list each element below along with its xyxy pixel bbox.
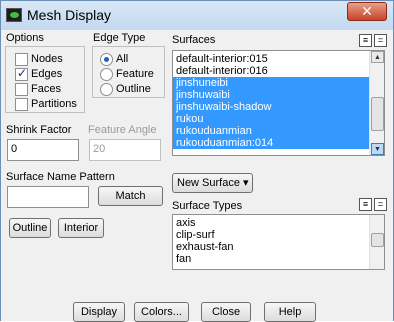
- nodes-checkbox[interactable]: [15, 53, 28, 66]
- feature-angle-input: 20: [89, 139, 161, 161]
- shrink-factor-label: Shrink Factor: [6, 124, 72, 136]
- nodes-label: Nodes: [31, 53, 63, 65]
- title-bar[interactable]: Mesh Display ✕: [1, 1, 393, 31]
- edge-feature-radio[interactable]: [100, 68, 113, 81]
- new-surface-dropdown[interactable]: New Surface ▾: [172, 173, 253, 193]
- help-button[interactable]: Help: [264, 302, 316, 322]
- colors-button[interactable]: Colors...: [134, 302, 189, 322]
- options-group: Nodes Edges Faces Partitions: [5, 46, 85, 113]
- scroll-up-icon[interactable]: ▲: [371, 51, 384, 63]
- feature-angle-label: Feature Angle: [88, 124, 157, 136]
- scroll-down-icon[interactable]: ▼: [371, 143, 384, 155]
- surface-item[interactable]: rukou: [173, 113, 370, 125]
- surface-name-pattern-label: Surface Name Pattern: [6, 171, 115, 183]
- dialog-body: Options Nodes Edges Faces Partitions Edg…: [1, 30, 393, 322]
- edge-type-header: Edge Type: [93, 32, 146, 44]
- surface-type-item[interactable]: axis: [173, 217, 370, 229]
- faces-label: Faces: [31, 83, 61, 95]
- surface-item[interactable]: jinshuwaibi-shadow: [173, 101, 370, 113]
- surfaces-select-all-icon[interactable]: ≡: [359, 34, 372, 47]
- display-button[interactable]: Display: [73, 302, 125, 322]
- interior-button[interactable]: Interior: [58, 218, 104, 238]
- edge-feature-label: Feature: [116, 68, 154, 80]
- surface-item[interactable]: jinshuneibi: [173, 77, 370, 89]
- surface-item[interactable]: default-interior:016: [173, 65, 370, 77]
- surface-types-deselect-all-icon[interactable]: =: [374, 198, 387, 211]
- close-button[interactable]: Close: [201, 302, 251, 322]
- edges-label: Edges: [31, 68, 63, 80]
- edge-type-group: All Feature Outline: [92, 46, 165, 98]
- surfaces-header: Surfaces: [172, 34, 216, 46]
- shrink-factor-input[interactable]: 0: [7, 139, 79, 161]
- surface-types-header: Surface Types: [172, 200, 243, 212]
- surfaces-scrollbar[interactable]: ▲ ▼: [369, 51, 384, 155]
- surface-name-pattern-input[interactable]: [7, 186, 89, 208]
- surface-types-scroll-thumb[interactable]: [371, 233, 384, 247]
- surface-item[interactable]: rukouduanmian:014: [173, 137, 370, 149]
- edge-all-label: All: [116, 53, 129, 65]
- faces-checkbox[interactable]: [15, 83, 28, 96]
- surface-item[interactable]: default-interior:015: [173, 53, 370, 65]
- edge-outline-label: Outline: [116, 83, 151, 95]
- app-icon: [6, 8, 22, 22]
- chevron-down-icon: ▾: [243, 177, 249, 189]
- options-header: Options: [6, 32, 44, 44]
- surface-item[interactable]: jinshuwaibi: [173, 89, 370, 101]
- surfaces-deselect-all-icon[interactable]: =: [374, 34, 387, 47]
- close-window-button[interactable]: ✕: [347, 2, 387, 21]
- window-title: Mesh Display: [27, 7, 112, 23]
- match-button[interactable]: Match: [98, 186, 163, 206]
- partitions-label: Partitions: [31, 98, 77, 110]
- outline-button[interactable]: Outline: [9, 218, 51, 238]
- surface-types-scrollbar[interactable]: [369, 215, 384, 269]
- surface-type-item[interactable]: fan: [173, 253, 370, 265]
- edges-checkbox[interactable]: [15, 66, 28, 81]
- surfaces-scroll-thumb[interactable]: [371, 97, 384, 131]
- surface-type-item[interactable]: clip-surf: [173, 229, 370, 241]
- surface-type-item[interactable]: exhaust-fan: [173, 241, 370, 253]
- surface-types-select-all-icon[interactable]: ≡: [359, 198, 372, 211]
- mesh-display-window: Mesh Display ✕ Options Nodes Edges Faces…: [0, 0, 394, 322]
- edge-all-radio[interactable]: [100, 53, 113, 66]
- surface-types-list[interactable]: axis clip-surf exhaust-fan fan: [172, 214, 385, 270]
- new-surface-label: New Surface: [177, 177, 240, 189]
- surface-item[interactable]: rukouduanmian: [173, 125, 370, 137]
- surfaces-list[interactable]: default-interior:015 default-interior:01…: [172, 50, 385, 156]
- partitions-checkbox[interactable]: [15, 98, 28, 111]
- edge-outline-radio[interactable]: [100, 83, 113, 96]
